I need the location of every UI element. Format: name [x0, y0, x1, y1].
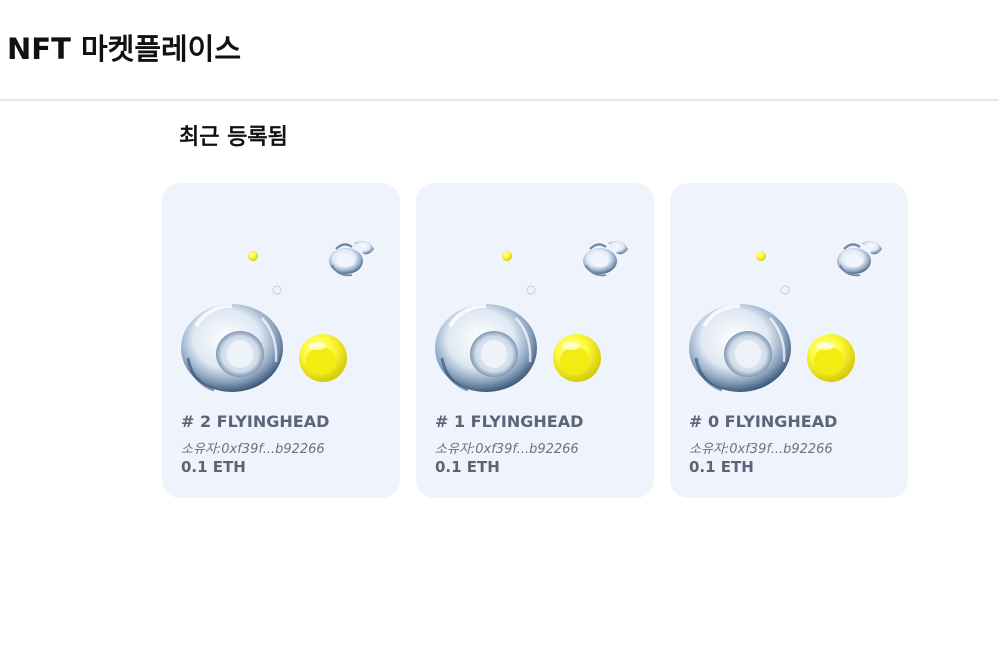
nft-price: 0.1 ETH: [689, 458, 754, 476]
nft-name: # 2 FLYINGHEAD: [181, 412, 330, 431]
nft-owner: 소유자:0xf39f...b92266: [435, 442, 579, 457]
nft-price: 0.1 ETH: [435, 458, 500, 476]
nft-card[interactable]: # 0 FLYINGHEAD 소유자:0xf39f...b92266 0.1 E…: [670, 183, 908, 498]
glass-shapes-art-icon[interactable]: [180, 203, 382, 405]
site-title: NFT 마켓플레이스: [7, 32, 242, 66]
recent-listings-heading: 최근 등록됨: [179, 125, 288, 150]
nft-owner: 소유자:0xf39f...b92266: [181, 442, 325, 457]
glass-shapes-art-icon[interactable]: [688, 203, 890, 405]
nft-owner: 소유자:0xf39f...b92266: [689, 442, 833, 457]
nft-name: # 1 FLYINGHEAD: [435, 412, 584, 431]
nft-card[interactable]: # 1 FLYINGHEAD 소유자:0xf39f...b92266 0.1 E…: [416, 183, 654, 498]
glass-shapes-art-icon[interactable]: [434, 203, 636, 405]
top-header: NFT 마켓플레이스: [0, 0, 999, 101]
nft-price: 0.1 ETH: [181, 458, 246, 476]
nft-card[interactable]: # 2 FLYINGHEAD 소유자:0xf39f...b92266 0.1 E…: [162, 183, 400, 498]
nft-name: # 0 FLYINGHEAD: [689, 412, 838, 431]
